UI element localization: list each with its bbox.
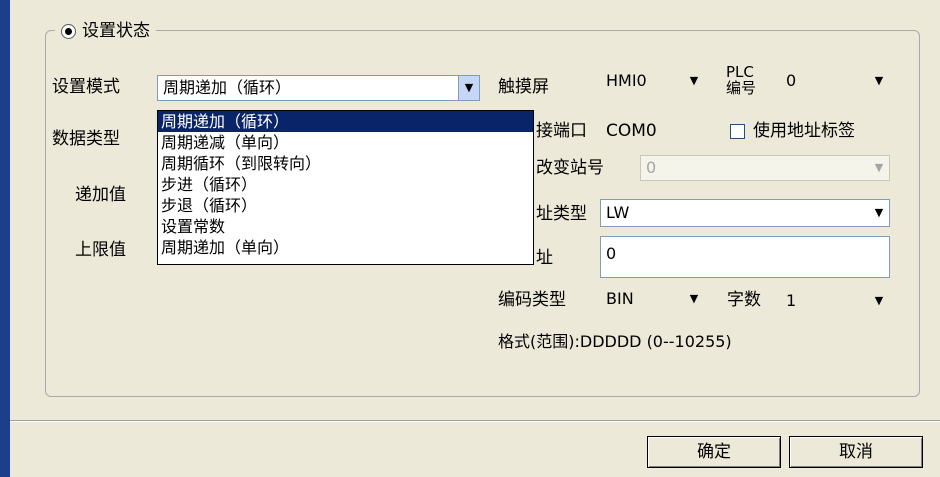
address-type-dropdown-arrow-icon[interactable]: ▼ [869,200,889,226]
checkbox-icon[interactable] [730,123,745,139]
data-type-label: 数据类型 [52,129,120,149]
plc-no-label-line2: 编号 [726,79,757,97]
cancel-button[interactable]: 取消 [789,436,923,468]
station-label: 改变站号 [536,158,604,178]
port-label: 接端口 [536,121,587,141]
address-tag-label: 使用地址标签 [753,121,855,141]
mode-option[interactable]: 设置常数 [158,216,533,237]
plc-no-select[interactable]: 0 ▼ [780,68,890,94]
mode-option[interactable]: 步退（循环） [158,195,533,216]
station-value: 0 [646,158,657,177]
footer-divider [10,420,940,422]
touchscreen-label: 触摸屏 [498,77,549,97]
mode-dropdown-list[interactable]: 周期递加（循环） 周期递减（单向） 周期循环（到限转向） 步进（循环） 步退（循… [157,110,534,265]
word-count-value: 1 [786,291,797,310]
address-value: 0 [606,244,617,263]
touchscreen-select[interactable]: HMI0 ▼ [600,68,705,94]
address-input[interactable]: 0 [600,236,890,278]
touchscreen-dropdown-arrow-icon[interactable]: ▼ [684,69,704,93]
plc-no-value: 0 [786,71,797,90]
radio-selected-icon[interactable] [61,23,76,39]
address-type-label: 址类型 [536,204,587,224]
upper-limit-label: 上限值 [75,240,126,260]
address-type-value: LW [606,203,630,222]
increment-label: 递加值 [75,185,126,205]
mode-label: 设置模式 [52,77,120,97]
mode-select-value: 周期递加（循环） [163,78,292,97]
mode-dropdown-arrow-icon[interactable]: ▼ [458,76,479,100]
word-count-dropdown-arrow-icon[interactable]: ▼ [869,289,889,313]
word-count-label: 字数 [727,290,761,310]
address-type-select[interactable]: LW ▼ [600,199,890,227]
ok-button[interactable]: 确定 [647,436,781,468]
encoding-value: BIN [606,289,634,308]
encoding-select[interactable]: BIN ▼ [600,286,705,312]
mode-option[interactable]: 周期循环（到限转向） [158,153,533,174]
encoding-label: 编码类型 [498,290,566,310]
set-state-radio[interactable]: 设置状态 [55,20,156,42]
window-left-edge [0,0,10,477]
mode-select[interactable]: 周期递加（循环） ▼ [157,75,480,101]
station-dropdown-arrow-icon[interactable]: ▼ [869,156,889,180]
plc-no-label-line1: PLC [726,63,754,81]
plc-no-label: PLC 编号 [726,64,756,96]
mode-option[interactable]: 周期递加（单向） [158,237,533,258]
address-label: 址 [536,248,553,268]
touchscreen-value: HMI0 [606,71,647,90]
address-tag-checkbox[interactable]: 使用地址标签 [730,120,855,142]
set-state-label: 设置状态 [82,21,150,41]
plc-no-dropdown-arrow-icon[interactable]: ▼ [869,69,889,93]
format-range-text: 格式(范围):DDDDD (0--10255) [498,332,732,351]
mode-option[interactable]: 周期递加（循环） [158,111,533,132]
encoding-dropdown-arrow-icon[interactable]: ▼ [684,287,704,311]
mode-option[interactable]: 周期递减（单向） [158,132,533,153]
mode-option[interactable]: 步进（循环） [158,174,533,195]
word-count-select[interactable]: 1 ▼ [780,288,890,314]
port-value: COM0 [606,121,657,141]
station-select[interactable]: 0 ▼ [640,155,890,181]
